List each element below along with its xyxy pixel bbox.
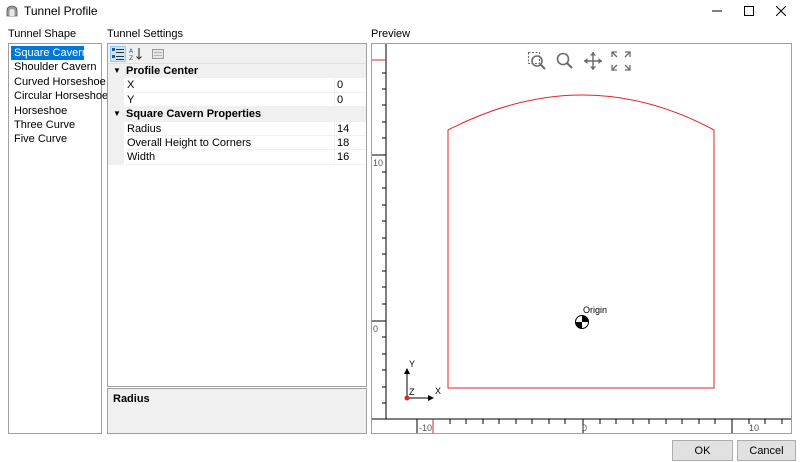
description-title: Radius [113, 393, 150, 405]
tunnel-settings-label: Tunnel Settings [107, 28, 184, 40]
property-name: Y [126, 92, 335, 108]
axis-z-label: Z [409, 387, 415, 397]
property-row-width[interactable]: Width 16 [108, 150, 366, 165]
property-row-overall-height[interactable]: Overall Height to Corners 18 [108, 135, 366, 151]
categorized-icon [112, 48, 124, 60]
property-name: Radius [126, 121, 335, 136]
minimize-button[interactable] [700, 0, 734, 22]
property-pages-icon [152, 49, 164, 59]
property-row-x[interactable]: X 0 [108, 78, 366, 93]
property-value-y[interactable]: 0 [335, 93, 366, 108]
shape-item-circular-horseshoe[interactable]: Circular Horseshoe [11, 89, 108, 103]
shape-item-five-curve[interactable]: Five Curve [11, 132, 99, 146]
title-bar: Tunnel Profile [0, 0, 800, 22]
row-gutter [108, 121, 124, 136]
ruler-label-bottom-0: 0 [582, 423, 587, 433]
property-grid: A Z ▼ Profile Center X 0 Y 0 ▼ Square Ca… [107, 43, 367, 387]
pan-icon[interactable] [584, 52, 602, 70]
shape-item-curved-horseshoe[interactable]: Curved Horseshoe [11, 75, 106, 89]
maximize-icon [744, 6, 754, 16]
tunnel-app-icon [6, 5, 18, 17]
property-value-overall-height[interactable]: 18 [335, 136, 366, 151]
origin-label: Origin [583, 305, 607, 315]
preview-panel[interactable]: 10 0 -10 0 10 Origin Y X Z [371, 43, 792, 434]
categorized-button[interactable] [110, 46, 126, 62]
ruler-label-bottom-minus-10: -10 [419, 423, 432, 433]
shape-item-horseshoe[interactable]: Horseshoe [11, 104, 99, 118]
preview-canvas[interactable]: 10 0 -10 0 10 Origin Y X Z [372, 44, 791, 433]
property-name: Width [126, 150, 335, 165]
tunnel-profile-outline [447, 94, 715, 389]
category-title: Profile Center [126, 65, 199, 77]
property-value-width[interactable]: 16 [335, 150, 366, 165]
minimize-icon [712, 10, 722, 12]
alphabetical-button[interactable]: A Z [128, 46, 144, 62]
row-gutter [108, 150, 124, 165]
property-name: Overall Height to Corners [126, 135, 335, 151]
cancel-button[interactable]: Cancel [737, 440, 796, 461]
axis-x-label: X [435, 386, 441, 396]
property-value-radius[interactable]: 14 [335, 122, 366, 136]
ruler-label-bottom-10: 10 [749, 423, 759, 433]
collapse-chevron-icon: ▼ [113, 66, 121, 75]
zoom-extents-icon[interactable] [611, 51, 631, 71]
vertical-ruler: 10 0 [372, 44, 387, 419]
row-gutter [108, 135, 124, 151]
alphabetical-icon: A Z [129, 48, 142, 61]
property-grid-toolbar: A Z [108, 44, 366, 64]
ruler-label-left-10: 10 [373, 158, 383, 168]
category-title: Square Cavern Properties [126, 108, 262, 121]
property-row-y[interactable]: Y 0 [108, 92, 366, 108]
category-square-cavern-properties[interactable]: ▼ Square Cavern Properties [108, 107, 366, 122]
collapse-chevron-icon: ▼ [113, 109, 121, 119]
property-name: X [126, 78, 335, 93]
origin-marker-icon [575, 315, 589, 329]
axis-y-label: Y [409, 359, 415, 369]
tunnel-shape-list[interactable]: Square Cavern Shoulder Cavern Curved Hor… [8, 43, 108, 434]
property-row-radius[interactable]: Radius 14 [108, 121, 366, 136]
property-value-x[interactable]: 0 [335, 78, 366, 93]
shape-item-square-cavern[interactable]: Square Cavern [11, 46, 88, 61]
category-profile-center[interactable]: ▼ Profile Center [108, 64, 366, 79]
property-pages-button[interactable] [150, 46, 166, 62]
property-description-panel: Radius [107, 388, 367, 434]
row-gutter [108, 92, 124, 108]
tunnel-shape-label: Tunnel Shape [8, 28, 77, 40]
zoom-icon[interactable] [556, 52, 573, 69]
shape-item-three-curve[interactable]: Three Curve [11, 118, 99, 132]
ruler-label-left-0: 0 [373, 324, 378, 334]
ok-button[interactable]: OK [672, 440, 733, 461]
row-gutter [108, 78, 124, 93]
svg-text:Z: Z [129, 55, 133, 61]
svg-text:A: A [129, 48, 134, 55]
preview-label: Preview [371, 28, 411, 40]
zoom-window-icon[interactable] [527, 51, 546, 70]
shape-item-shoulder-cavern[interactable]: Shoulder Cavern [11, 60, 99, 74]
horizontal-ruler: -10 0 10 [372, 418, 791, 433]
close-icon [776, 6, 786, 16]
close-button[interactable] [764, 0, 798, 22]
window-title: Tunnel Profile [24, 4, 98, 18]
maximize-button[interactable] [732, 0, 766, 22]
